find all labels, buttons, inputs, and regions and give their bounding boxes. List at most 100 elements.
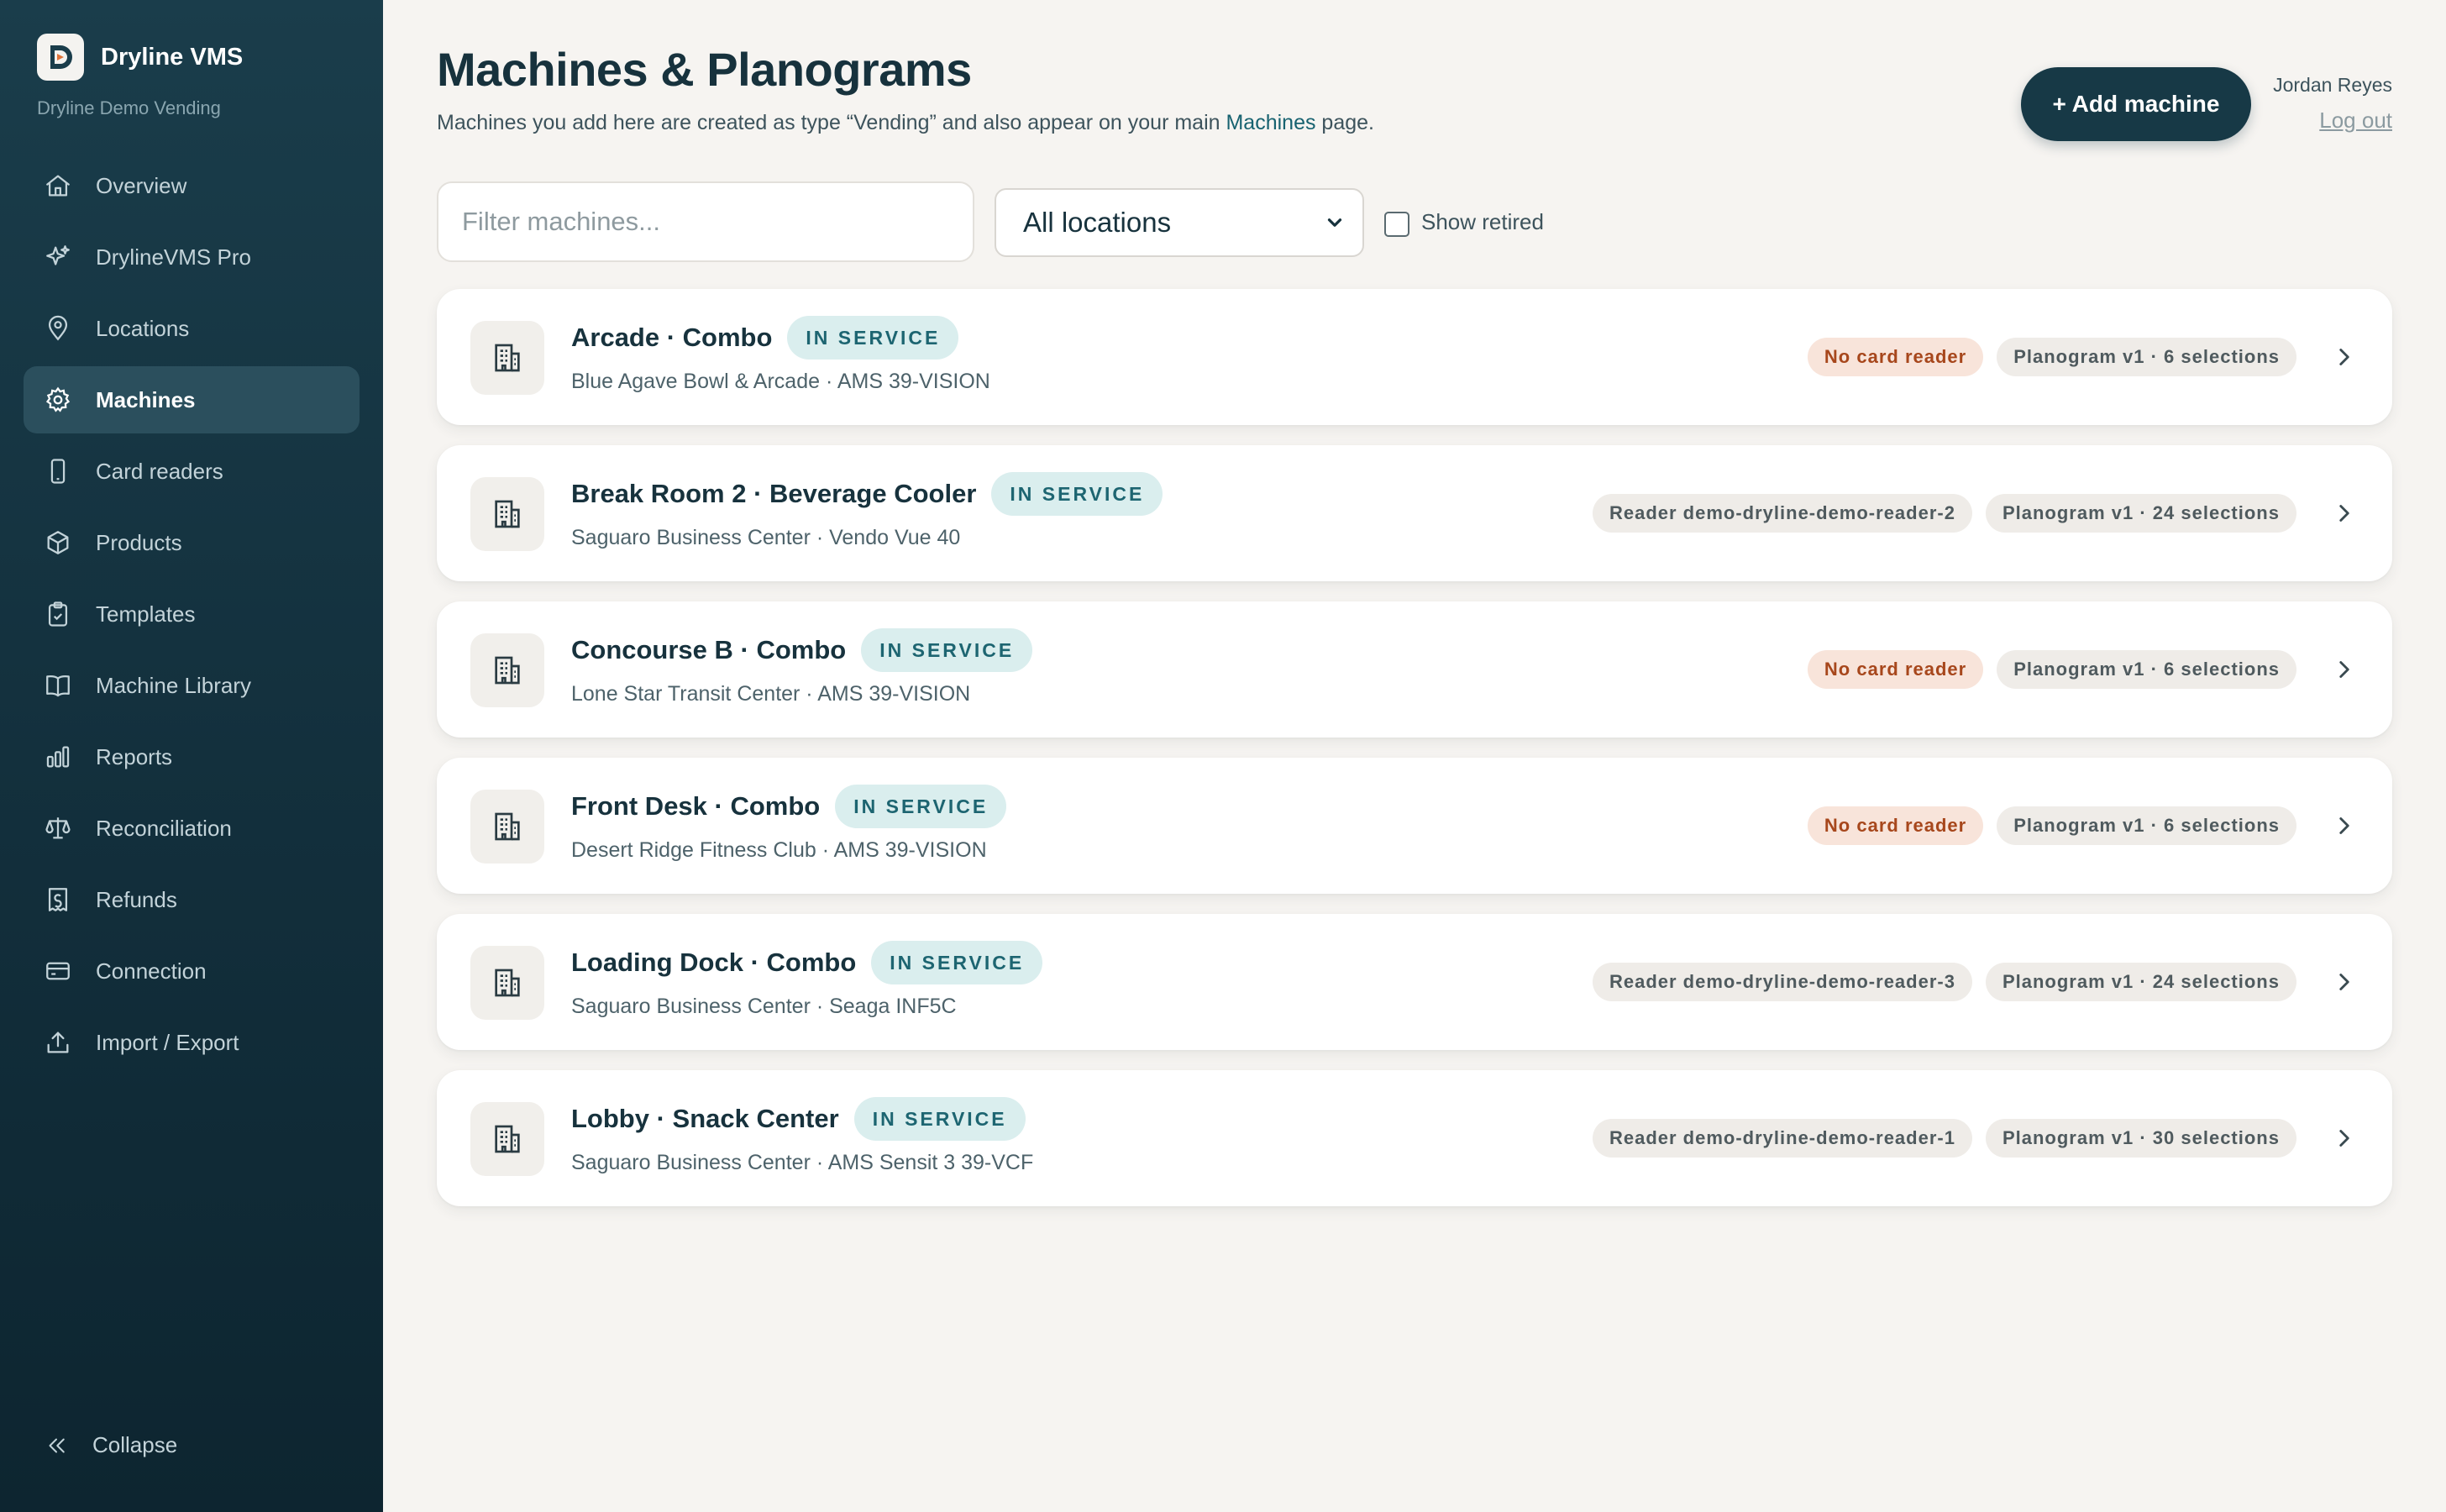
brand-name: Dryline VMS (101, 43, 244, 71)
card-reader-pill: Reader demo-dryline-demo-reader-2 (1592, 494, 1972, 533)
chevrons-left-icon (49, 1438, 65, 1452)
machine-row[interactable]: Arcade · Combo IN SERVICE Blue Agave Bow… (437, 289, 2392, 425)
brand-logo-icon (37, 34, 84, 81)
machine-location: Lone Star Transit Center · AMS 39-VISION (571, 682, 971, 706)
sidebar-item-pro[interactable]: DrylineVMS Pro (24, 223, 360, 291)
sidebar-item-label: Reconciliation (96, 815, 232, 841)
user-name: Jordan Reyes (2273, 74, 2392, 96)
planogram-pill: Planogram v1 · 6 selections (1997, 650, 2296, 689)
filter-machines-input[interactable] (437, 181, 974, 262)
show-retired-checkbox[interactable] (1384, 212, 1409, 237)
card-reader-pill: No card reader (1807, 650, 1984, 689)
machine-name: Break Room 2 · Beverage Cooler (571, 479, 977, 508)
page-title: Machines & Planograms (437, 43, 972, 96)
brand[interactable]: Dryline VMS (37, 34, 243, 81)
machine-title-row: Arcade · Combo IN SERVICE (571, 316, 959, 360)
machine-title-row: Lobby · Snack Center IN SERVICE (571, 1097, 1026, 1141)
machine-title-row: Break Room 2 · Beverage Cooler IN SERVIC… (571, 472, 1163, 516)
machine-meta: Reader demo-dryline-demo-reader-2 Planog… (1592, 445, 2359, 581)
location-select-value: All locations (1023, 207, 1172, 238)
card-reader-pill: No card reader (1807, 806, 1984, 845)
machine-title-row: Concourse B · Combo IN SERVICE (571, 628, 1033, 672)
card-reader-pill: Reader demo-dryline-demo-reader-1 (1592, 1119, 1972, 1158)
logout-link[interactable]: Log out (2319, 108, 2392, 134)
sidebar-item-connection[interactable]: Connection (24, 937, 360, 1005)
machine-list: Arcade · Combo IN SERVICE Blue Agave Bow… (437, 289, 2392, 1226)
sidebar-item-label: Overview (96, 172, 187, 198)
sidebar-item-reconciliation[interactable]: Reconciliation (24, 795, 360, 862)
chevron-right-icon[interactable] (2330, 655, 2359, 684)
description-text-end: page. (1315, 111, 1374, 134)
sparkle-icon (46, 245, 70, 265)
machine-name: Lobby · Snack Center (571, 1104, 839, 1133)
sidebar-item-card-readers[interactable]: Card readers (24, 438, 360, 505)
planogram-pill: Planogram v1 · 30 selections (1985, 1119, 2296, 1158)
status-badge: IN SERVICE (787, 316, 959, 360)
planogram-pill: Planogram v1 · 6 selections (1997, 338, 2296, 376)
home-icon (46, 175, 70, 197)
sidebar-item-label: Reports (96, 743, 173, 769)
show-retired-label: Show retired (1421, 208, 1544, 234)
page-description: Machines you add here are created as typ… (437, 111, 1374, 135)
org-name: Dryline Demo Vending (37, 97, 221, 118)
sidebar-item-label: Connection (96, 958, 207, 984)
machine-row[interactable]: Lobby · Snack Center IN SERVICE Saguaro … (437, 1070, 2392, 1206)
sidebar-item-label: Machine Library (96, 672, 251, 698)
sidebar-item-templates[interactable]: Templates (24, 580, 360, 648)
phone-icon (50, 459, 66, 484)
sidebar-item-label: Products (96, 529, 182, 555)
box-icon (47, 531, 69, 554)
sidebar-item-reports[interactable]: Reports (24, 723, 360, 790)
sidebar-item-machines[interactable]: Machines (24, 366, 360, 433)
building-icon (470, 477, 544, 551)
building-icon (470, 321, 544, 395)
chevron-down-icon (1327, 218, 1342, 227)
machine-meta: Reader demo-dryline-demo-reader-3 Planog… (1592, 914, 2359, 1050)
sidebar-item-machine-library[interactable]: Machine Library (24, 652, 360, 719)
card-reader-pill: No card reader (1807, 338, 1984, 376)
add-machine-button[interactable]: + Add machine (2021, 67, 2251, 141)
book-icon (46, 675, 70, 697)
chevron-right-icon[interactable] (2330, 499, 2359, 528)
card-reader-pill: Reader demo-dryline-demo-reader-3 (1592, 963, 1972, 1001)
chevron-right-icon[interactable] (2330, 1124, 2359, 1152)
machine-meta: No card reader Planogram v1 · 6 selectio… (1807, 758, 2359, 894)
machine-row[interactable]: Concourse B · Combo IN SERVICE Lone Star… (437, 601, 2392, 738)
sidebar-item-refunds[interactable]: Refunds (24, 866, 360, 933)
sidebar-item-import-export[interactable]: Import / Export (24, 1009, 360, 1076)
chevron-right-icon[interactable] (2330, 968, 2359, 996)
machine-row[interactable]: Break Room 2 · Beverage Cooler IN SERVIC… (437, 445, 2392, 581)
planogram-pill: Planogram v1 · 24 selections (1985, 494, 2296, 533)
machines-page-link[interactable]: Machines (1226, 111, 1315, 134)
scale-icon (45, 817, 71, 839)
machine-location: Desert Ridge Fitness Club · AMS 39-VISIO… (571, 838, 987, 862)
location-select[interactable]: All locations (995, 188, 1364, 257)
clipboard-icon (48, 601, 68, 627)
sidebar-item-products[interactable]: Products (24, 509, 360, 576)
bar-chart-icon (46, 746, 70, 768)
chevron-right-icon[interactable] (2330, 343, 2359, 371)
planogram-pill: Planogram v1 · 24 selections (1985, 963, 2296, 1001)
status-badge: IN SERVICE (991, 472, 1163, 516)
machine-row[interactable]: Front Desk · Combo IN SERVICE Desert Rid… (437, 758, 2392, 894)
machine-location: Blue Agave Bowl & Arcade · AMS 39-VISION (571, 370, 990, 393)
collapse-sidebar-button[interactable]: Collapse (44, 1432, 177, 1458)
machine-row[interactable]: Loading Dock · Combo IN SERVICE Saguaro … (437, 914, 2392, 1050)
status-badge: IN SERVICE (853, 1097, 1026, 1141)
description-text: Machines you add here are created as typ… (437, 111, 1226, 134)
machine-name: Arcade · Combo (571, 323, 773, 352)
machine-name: Front Desk · Combo (571, 791, 821, 821)
sidebar-item-locations[interactable]: Locations (24, 295, 360, 362)
sidebar-item-overview[interactable]: Overview (24, 152, 360, 219)
sidebar-item-label: Locations (96, 315, 190, 341)
machine-title-row: Loading Dock · Combo IN SERVICE (571, 941, 1043, 984)
show-retired-toggle[interactable]: Show retired (1384, 207, 1544, 237)
building-icon (470, 790, 544, 864)
credit-card-icon (46, 962, 70, 980)
sidebar-item-label: Card readers (96, 458, 223, 484)
machine-title-row: Front Desk · Combo IN SERVICE (571, 785, 1007, 828)
chevron-right-icon[interactable] (2330, 811, 2359, 840)
machine-meta: No card reader Planogram v1 · 6 selectio… (1807, 601, 2359, 738)
sidebar-item-label: DrylineVMS Pro (96, 244, 251, 270)
upload-icon (47, 1032, 69, 1053)
